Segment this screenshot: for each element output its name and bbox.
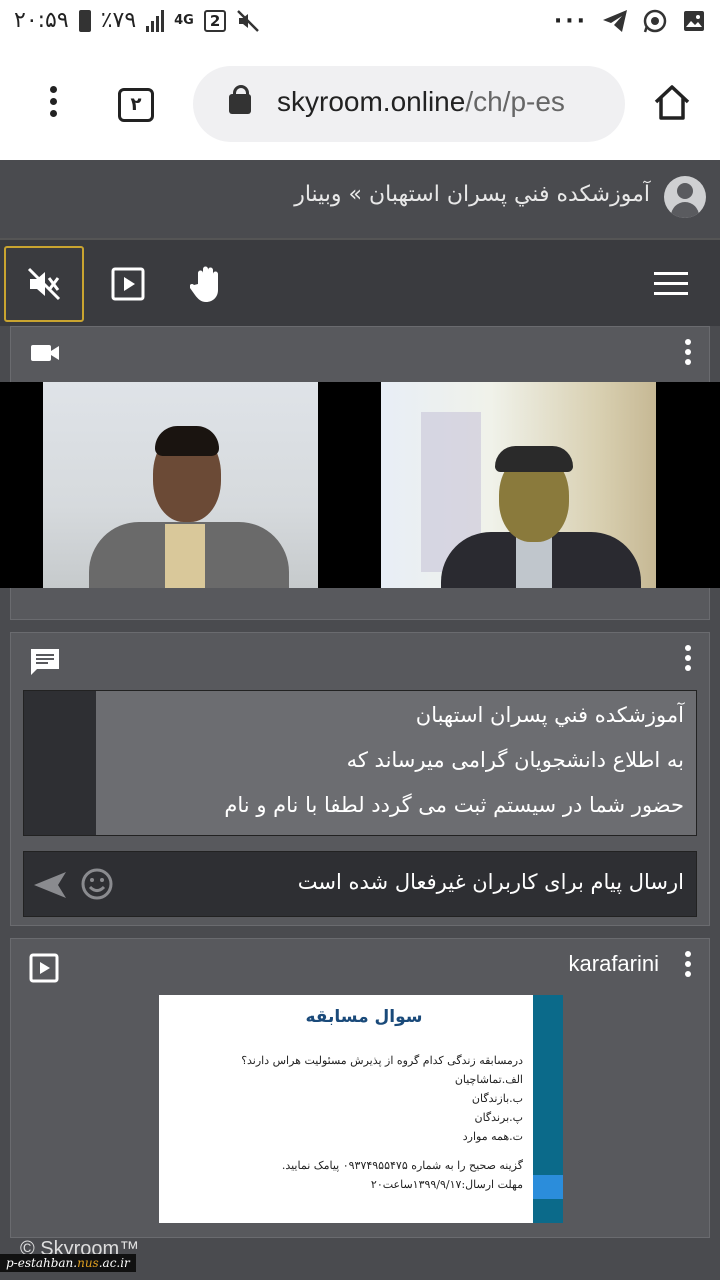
watermark-part: p-estahban. — [6, 1256, 78, 1270]
play-box-icon — [111, 267, 145, 301]
watermark: p-estahban.nus.ac.ir — [0, 1254, 136, 1272]
chat-line: حضور شما در سيستم ثبت می گردد لطفا با نا… — [224, 793, 684, 817]
video-feed-1[interactable] — [43, 382, 318, 588]
slide-line: گزینه صحیح را به شماره ۰۹۳۷۴۹۵۵۴۷۵ پیامک… — [281, 1159, 523, 1172]
camera-icon — [31, 345, 59, 361]
presentation-panel: karafarini سوال مسابقه درمسابقه زندگی کد… — [10, 938, 710, 1238]
raise-hand-button[interactable] — [168, 246, 248, 322]
battery-percent: ٪۷۹ — [100, 8, 137, 33]
toolbar — [0, 238, 720, 326]
whatsapp-icon — [643, 9, 667, 33]
url-text[interactable]: skyroom.online/ch/p-es — [277, 86, 565, 118]
send-icon[interactable] — [32, 870, 68, 900]
user-avatar-icon[interactable] — [664, 176, 706, 218]
slide-line: پ.برندگان — [474, 1111, 524, 1124]
video-feed-2[interactable] — [381, 382, 656, 588]
chat-line: به اطلاع دانشجويان گرامی ميرساند كه — [346, 748, 684, 772]
slide-line: درمسابقه زندگی کدام گروه از پذیرش مسئولی… — [241, 1054, 523, 1067]
presentation-icon — [29, 953, 59, 983]
chat-input[interactable]: ارسال پيام برای كاربران غيرفعال شده است — [23, 851, 697, 917]
hand-icon — [190, 266, 218, 302]
url-path: /ch/p-es — [465, 86, 565, 117]
browser-url-bar: ۲ skyroom.online/ch/p-es — [0, 48, 720, 160]
sim-badge: 2 — [203, 9, 227, 32]
chat-panel: آموزشكده فني پسران استهبان به اطلاع دانش… — [10, 632, 710, 926]
gallery-icon — [684, 11, 704, 31]
tab-switcher-button[interactable]: ۲ — [118, 88, 154, 122]
audio-mute-button[interactable] — [4, 246, 84, 322]
video-strip — [0, 382, 720, 588]
presentation-slide[interactable]: سوال مسابقه درمسابقه زندگی کدام گروه از … — [159, 995, 563, 1223]
network-type: 4G — [174, 13, 194, 28]
app-header: آموزشكده فني پسران استهبان » وبينار — [0, 160, 720, 238]
room-title: آموزشكده فني پسران استهبان » وبينار — [294, 182, 650, 207]
lock-icon — [229, 85, 251, 114]
home-icon[interactable] — [650, 80, 694, 124]
clock: ۲۰:۵۹ — [14, 8, 69, 33]
slide-line: ب.بازندگان — [471, 1092, 523, 1105]
browser-menu-icon[interactable] — [48, 86, 60, 122]
chat-message: آموزشكده فني پسران استهبان به اطلاع دانش… — [96, 691, 696, 835]
speaker-muted-icon — [27, 267, 61, 301]
slide-heading: سوال مسابقه — [305, 1007, 423, 1027]
presentation-button[interactable] — [88, 246, 168, 322]
presentation-panel-menu-icon[interactable] — [685, 951, 693, 981]
main-menu-icon[interactable] — [654, 272, 688, 296]
address-bar[interactable]: skyroom.online/ch/p-es — [193, 66, 625, 142]
slide-body: درمسابقه زندگی کدام گروه از پذیرش مسئولی… — [183, 1051, 523, 1194]
mute-icon — [237, 9, 260, 32]
slide-line: مهلت ارسال:۱۳۹۹/۹/۱۷ساعت۲۰ — [370, 1178, 523, 1191]
url-host: skyroom.online — [277, 86, 466, 117]
slide-line: ت.همه موارد — [462, 1130, 523, 1143]
chat-messages[interactable]: آموزشكده فني پسران استهبان به اطلاع دانش… — [23, 690, 697, 836]
chat-panel-menu-icon[interactable] — [685, 645, 693, 675]
more-icon: ··· — [553, 8, 588, 34]
watermark-part: .ac.ir — [98, 1256, 130, 1270]
slide-line: الف.تماشاچیان — [454, 1073, 523, 1086]
signal-icon — [146, 9, 165, 32]
emoji-icon[interactable] — [80, 867, 114, 901]
slide-side-band — [533, 995, 563, 1223]
chat-icon — [31, 649, 59, 675]
status-bar: ۲۰:۵۹ ٪۷۹ 4G 2 ··· — [0, 0, 720, 48]
video-panel-menu-icon[interactable] — [685, 339, 693, 369]
chat-line: آموزشكده فني پسران استهبان — [415, 703, 684, 727]
battery-icon — [78, 9, 91, 32]
watermark-part: nus — [77, 1256, 99, 1270]
telegram-icon — [603, 10, 627, 32]
chat-disabled-text: ارسال پيام برای كاربران غيرفعال شده است — [297, 870, 684, 894]
presentation-title: karafarini — [568, 951, 659, 976]
